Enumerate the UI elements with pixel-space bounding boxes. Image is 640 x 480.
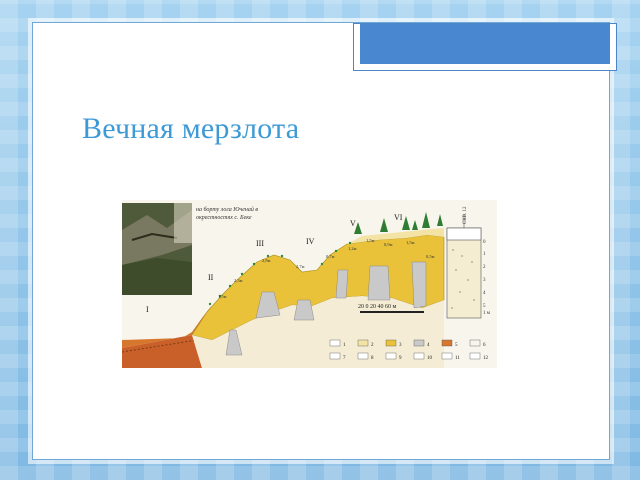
figure-caption-1: на борту лога Юченай в [196, 206, 258, 213]
zone-label-5: V [350, 219, 356, 228]
slide-title[interactable]: Вечная мерзлота [82, 112, 299, 146]
zone-label-4: IV [306, 237, 315, 246]
column-top-label: СКВ. 12 [463, 206, 468, 224]
permafrost-cross-section: на борту лога Юченай в окрестностях с. Б… [122, 200, 497, 368]
zone-label-6: VI [394, 213, 403, 222]
photo-inset [122, 203, 192, 295]
zone-label-3: III [256, 239, 264, 248]
title-accent-box [353, 23, 617, 71]
scale-text: 20 0 20 40 60 м [358, 304, 397, 310]
permafrost-figure[interactable]: на борту лога Юченай в окрестностях с. Б… [122, 200, 497, 368]
zone-label-2: II [208, 273, 214, 282]
legend-11: 11 [455, 356, 460, 361]
legend-10: 10 [427, 356, 433, 361]
figure-caption-2: окрестностях с. Беке [196, 215, 252, 221]
legend-12: 12 [483, 356, 489, 361]
title-accent-bar [360, 24, 610, 64]
zone-label-1: I [146, 305, 149, 314]
column-depth-unit: 1 м [483, 311, 491, 316]
